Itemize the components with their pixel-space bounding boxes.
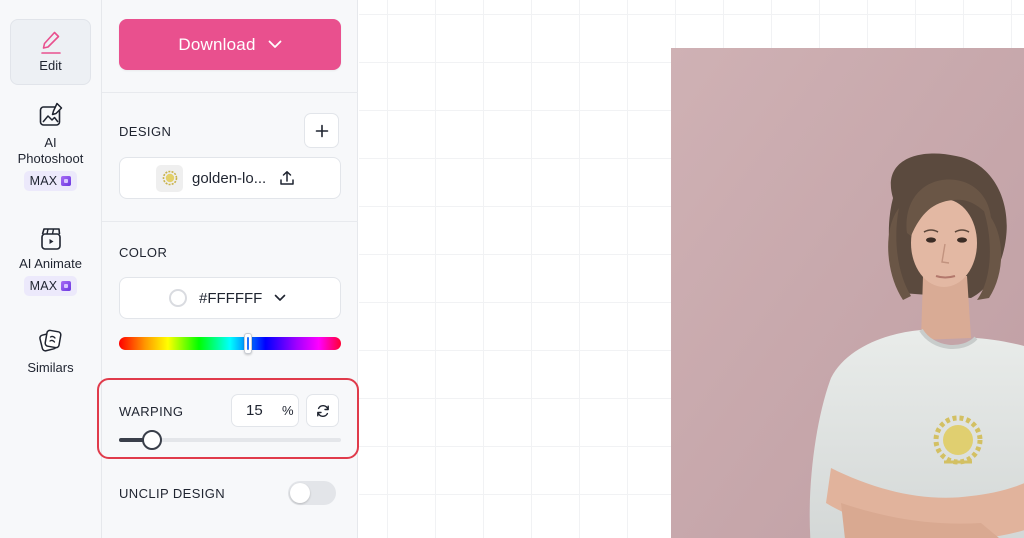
model-illustration	[671, 48, 1024, 538]
golden-laurel-logo-icon	[162, 170, 177, 186]
image-sparkle-icon	[39, 102, 62, 126]
toggle-knob	[290, 483, 310, 503]
sidebar-item-label: AI Animate	[19, 256, 82, 271]
section-divider	[102, 92, 358, 93]
unclip-design-label: UNCLIP DESIGN	[119, 486, 226, 501]
mockup-preview-image[interactable]	[671, 48, 1024, 538]
download-button-label: Download	[178, 34, 256, 54]
premium-gem-icon	[61, 281, 72, 291]
sidebar-item-label: Edit	[39, 58, 62, 73]
design-file-name: golden-lo...	[192, 169, 267, 187]
sidebar-item-similars[interactable]: Similars	[10, 328, 91, 378]
chevron-down-icon	[275, 294, 286, 301]
max-badge: MAX	[23, 276, 78, 296]
sidebar-item-ai-photoshoot[interactable]: AI Photoshoot MAX	[10, 102, 91, 198]
max-badge-label: MAX	[29, 279, 58, 293]
reset-warping-button[interactable]	[306, 394, 339, 427]
section-divider	[102, 221, 358, 222]
plus-icon	[315, 124, 328, 137]
tool-sidebar: Edit AI Photoshoot MAX AI Animate MAX Si…	[0, 0, 102, 538]
clapperboard-icon	[40, 228, 61, 250]
add-design-button[interactable]	[304, 113, 339, 148]
hue-slider-handle[interactable]	[243, 333, 252, 354]
warping-value: 15	[246, 402, 263, 419]
sidebar-item-ai-animate[interactable]: AI Animate MAX	[10, 226, 91, 302]
warping-unit: %	[282, 403, 294, 418]
stacked-cards-icon	[38, 329, 62, 352]
upload-icon[interactable]	[279, 170, 295, 186]
max-badge-label: MAX	[29, 174, 58, 188]
color-section-label: COLOR	[119, 245, 168, 260]
design-thumbnail	[156, 164, 183, 192]
color-hex-value: #FFFFFF	[199, 289, 263, 307]
download-button[interactable]: Download	[119, 19, 341, 70]
chevron-down-icon	[268, 40, 282, 48]
warping-slider-thumb[interactable]	[142, 430, 163, 450]
warping-slider[interactable]	[119, 430, 341, 450]
warping-section-label: WARPING	[119, 404, 184, 419]
mockup-canvas	[359, 0, 1024, 538]
sidebar-item-edit[interactable]: Edit	[10, 19, 91, 85]
design-file-field[interactable]: golden-lo...	[119, 157, 341, 199]
warping-value-input[interactable]: 15 %	[231, 394, 299, 427]
color-swatch	[169, 289, 187, 307]
sidebar-item-label: Similars	[27, 360, 74, 375]
color-picker-dropdown[interactable]: #FFFFFF	[119, 277, 341, 319]
premium-gem-icon	[61, 176, 72, 186]
sidebar-item-label: AI Photoshoot	[17, 135, 84, 166]
design-section-label: DESIGN	[119, 124, 172, 139]
hue-slider[interactable]	[119, 333, 341, 354]
pencil-icon	[40, 31, 61, 54]
refresh-icon	[316, 404, 329, 417]
max-badge: MAX	[23, 171, 78, 191]
unclip-design-toggle[interactable]	[288, 481, 336, 505]
edit-settings-panel: Download DESIGN golden-lo... COLOR #FFFF…	[97, 0, 359, 538]
